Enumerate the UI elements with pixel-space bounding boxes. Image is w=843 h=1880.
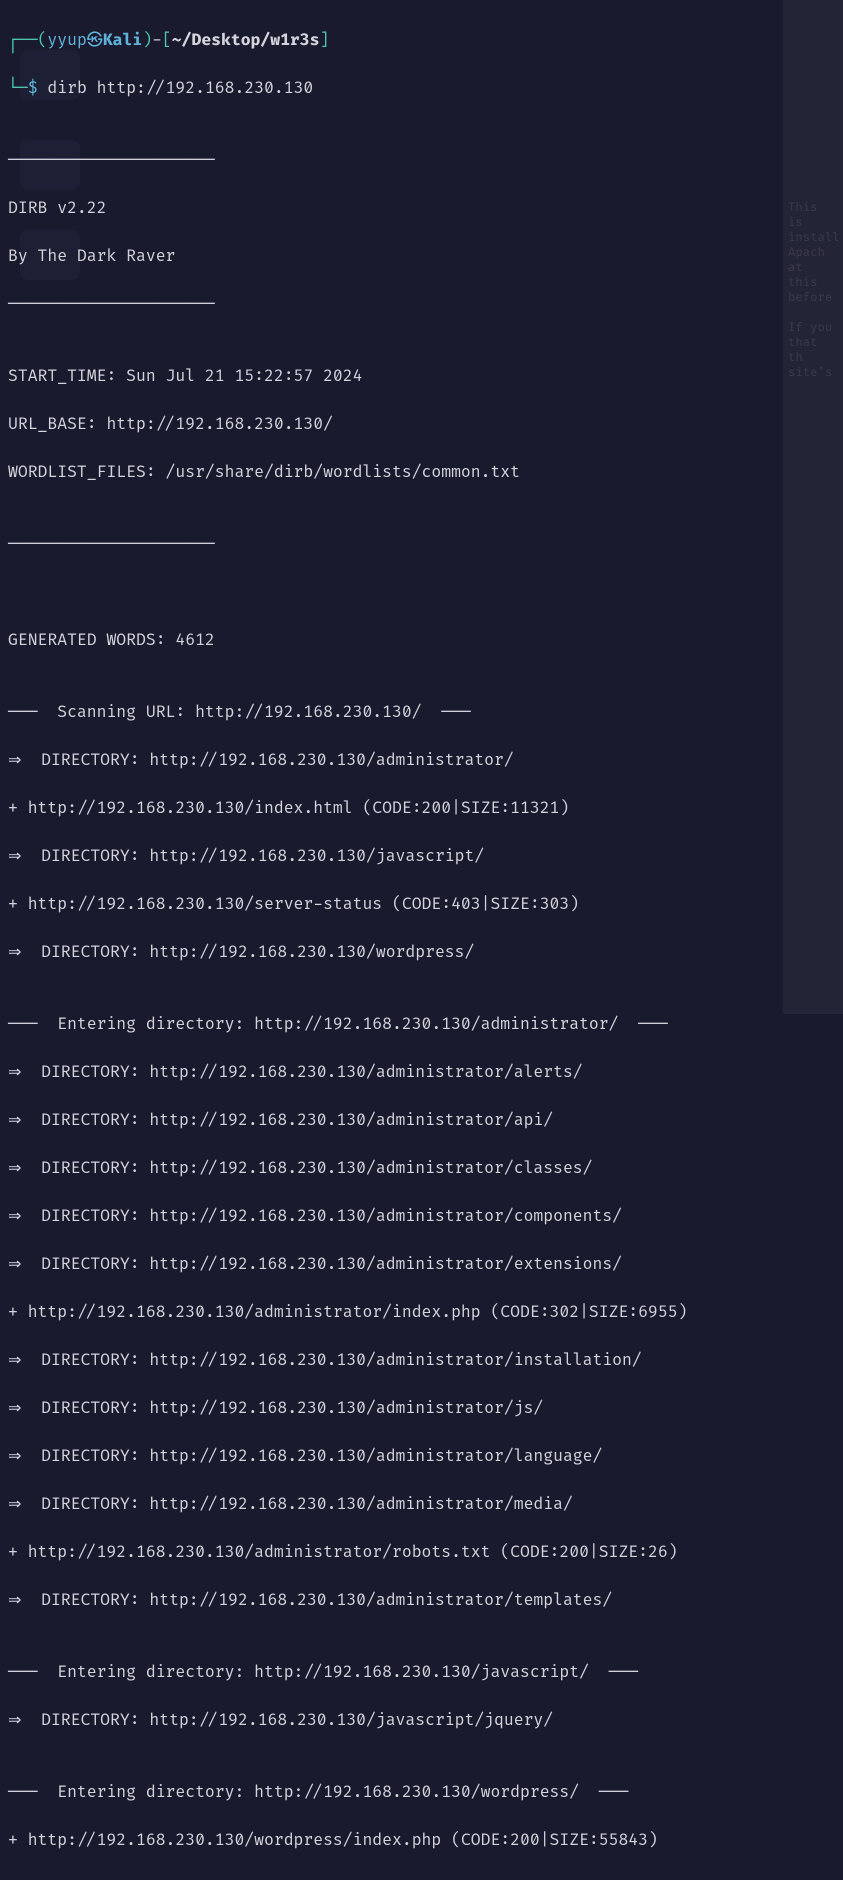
output-file-found: + http://192.168.230.130/administrator/i…	[8, 1300, 835, 1324]
prompt-user: yyup	[47, 28, 86, 52]
output-file-found: + http://192.168.230.130/administrator/r…	[8, 1540, 835, 1564]
output-directory-found: ⇒ DIRECTORY: http://192.168.230.130/admi…	[8, 1108, 835, 1132]
output-start-time: START_TIME: Sun Jul 21 15:22:57 2024	[8, 364, 835, 388]
output-directory-found: ⇒ DIRECTORY: http://192.168.230.130/java…	[8, 844, 835, 868]
output-directory-found: ⇒ DIRECTORY: http://192.168.230.130/admi…	[8, 1156, 835, 1180]
paren-close: )	[142, 28, 152, 52]
output-directory-found: ⇒ DIRECTORY: http://192.168.230.130/admi…	[8, 1204, 835, 1228]
output-directory-found: ⇒ DIRECTORY: http://192.168.230.130/admi…	[8, 1444, 835, 1468]
output-directory-found: ⇒ DIRECTORY: http://192.168.230.130/admi…	[8, 1252, 835, 1276]
at-icon: ㉿	[87, 28, 103, 52]
dash: -	[152, 28, 162, 52]
output-enter-dir: ─── Entering directory: http://192.168.2…	[8, 1660, 835, 1684]
command-input[interactable]: dirb http://192.168.230.130	[47, 76, 313, 100]
output-separator: ─────────────────────	[8, 292, 835, 316]
output-directory-found: ⇒ DIRECTORY: http://192.168.230.130/java…	[8, 1708, 835, 1732]
output-directory-found: ⇒ DIRECTORY: http://192.168.230.130/admi…	[8, 1060, 835, 1084]
paren-open: (	[38, 28, 48, 52]
prompt-path: ~/Desktop/w1r3s	[172, 28, 320, 52]
prompt-line-2: └─$ dirb http://192.168.230.130	[8, 76, 835, 100]
prompt-symbol: $	[28, 76, 38, 100]
output-separator: ─────────────────────	[8, 532, 835, 556]
output-enter-dir: ─── Entering directory: http://192.168.2…	[8, 1012, 835, 1036]
bracket-close: ]	[319, 28, 329, 52]
output-generated-words: GENERATED WORDS: 4612	[8, 628, 835, 652]
output-file-found: + http://192.168.230.130/index.html (COD…	[8, 796, 835, 820]
output-directory-found: ⇒ DIRECTORY: http://192.168.230.130/word…	[8, 940, 835, 964]
output-enter-dir: ─── Entering directory: http://192.168.2…	[8, 1780, 835, 1804]
output-file-found: + http://192.168.230.130/wordpress/index…	[8, 1828, 835, 1852]
output-directory-found: ⇒ DIRECTORY: http://192.168.230.130/admi…	[8, 1348, 835, 1372]
prompt-host: Kali	[103, 28, 142, 52]
output-wordlist: WORDLIST_FILES: /usr/share/dirb/wordlist…	[8, 460, 835, 484]
output-scan-header: ─── Scanning URL: http://192.168.230.130…	[8, 700, 835, 724]
output-directory-found: ⇒ DIRECTORY: http://192.168.230.130/admi…	[8, 748, 835, 772]
output-author: By The Dark Raver	[8, 244, 835, 268]
output-title: DIRB v2.22	[8, 196, 835, 220]
tree-prefix: └─	[8, 76, 28, 100]
terminal-window[interactable]: ┌──(yyup㉿Kali)-[~/Desktop/w1r3s] └─$ dir…	[0, 0, 843, 1880]
output-directory-found: ⇒ DIRECTORY: http://192.168.230.130/admi…	[8, 1492, 835, 1516]
output-url-base: URL_BASE: http://192.168.230.130/	[8, 412, 835, 436]
output-separator: ─────────────────────	[8, 148, 835, 172]
output-file-found: + http://192.168.230.130/server-status (…	[8, 892, 835, 916]
bracket-open: [	[162, 28, 172, 52]
output-directory-found: ⇒ DIRECTORY: http://192.168.230.130/admi…	[8, 1396, 835, 1420]
tree-prefix: ┌──	[8, 28, 38, 52]
prompt-line-1: ┌──(yyup㉿Kali)-[~/Desktop/w1r3s]	[8, 28, 835, 52]
output-directory-found: ⇒ DIRECTORY: http://192.168.230.130/admi…	[8, 1588, 835, 1612]
